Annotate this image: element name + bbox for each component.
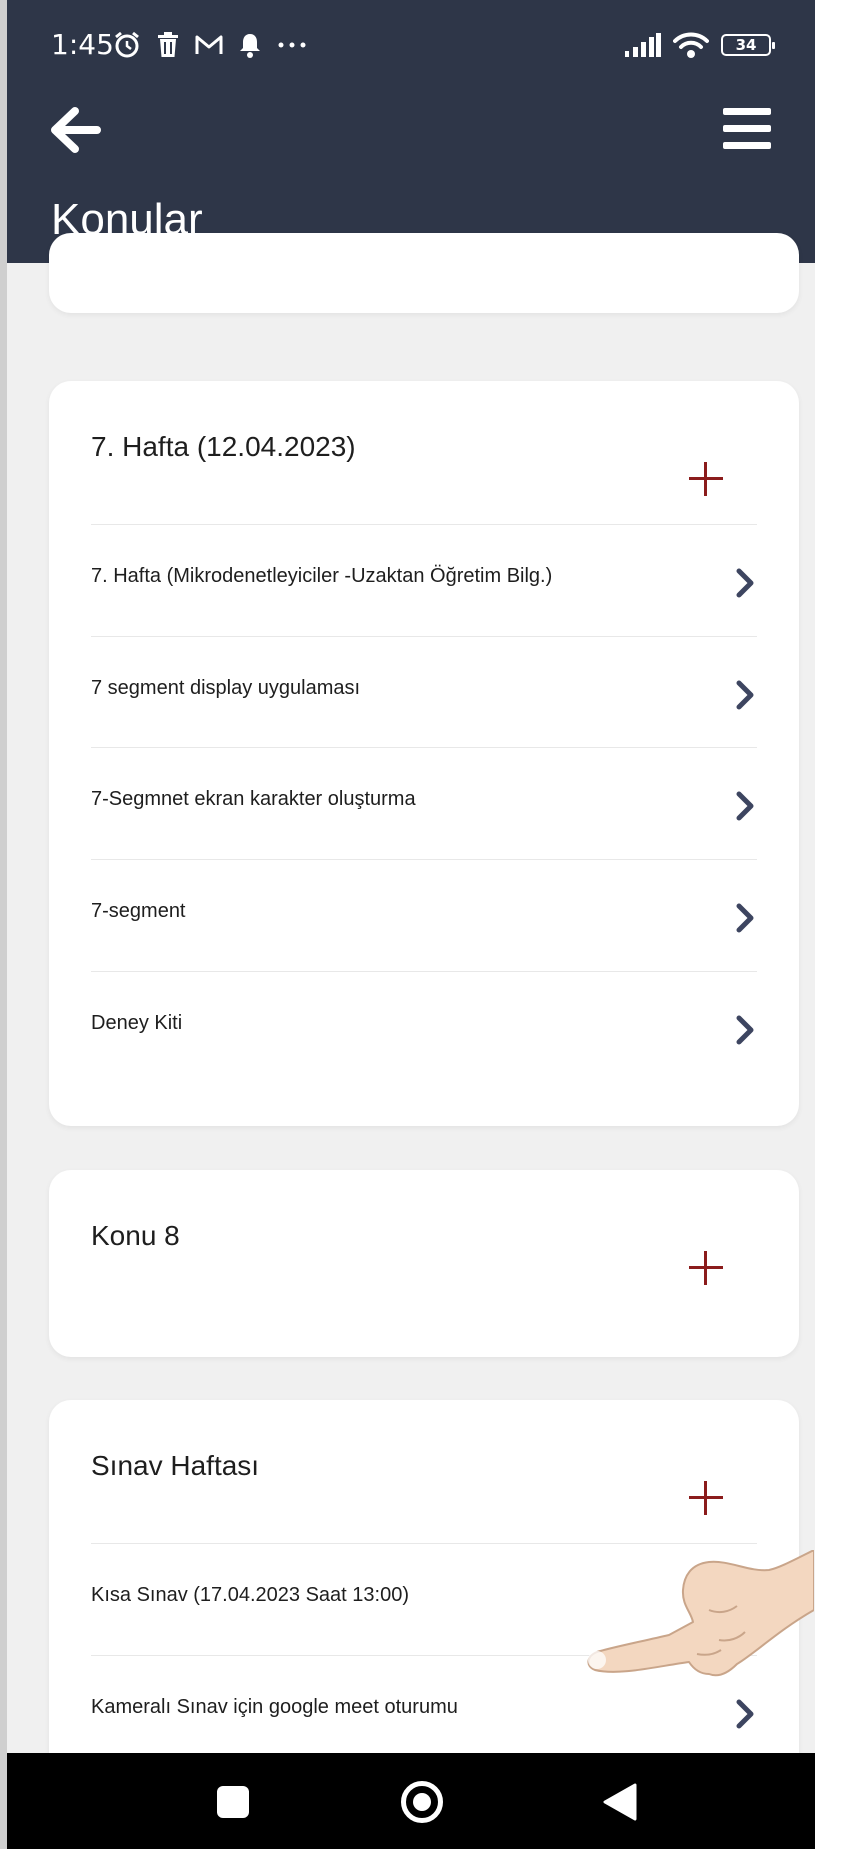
system-nav-bar — [7, 1753, 815, 1849]
gmail-icon — [195, 35, 223, 54]
hamburger-menu-icon[interactable] — [723, 106, 771, 152]
topic-item-label: Kısa Sınav (17.04.2023 Saat 13:00) — [91, 1584, 409, 1606]
topic-card: Konu 8 — [49, 1170, 799, 1357]
chevron-right-icon — [736, 568, 754, 598]
chevron-right-icon — [736, 903, 754, 933]
topic-item[interactable]: 7-segment — [91, 859, 757, 971]
trash-icon — [158, 32, 178, 57]
topic-item-label: Deney Kiti — [91, 1012, 183, 1034]
battery-icon: 34 — [721, 34, 775, 56]
topic-item-label: 7. Hafta (Mikrodenetleyiciler -Uzaktan Ö… — [91, 565, 553, 587]
topic-item-label: 7-Segmnet ekran karakter oluşturma — [91, 788, 416, 810]
status-time: 1:45 — [51, 28, 114, 61]
wifi-icon — [673, 32, 709, 58]
topic-item-label: 7 segment display uygulaması — [91, 677, 361, 699]
signal-icon — [625, 33, 661, 57]
device-frame-right — [835, 0, 843, 1849]
add-plus-icon[interactable] — [689, 1251, 723, 1285]
system-icons: 34 — [625, 30, 775, 60]
back-triangle-icon[interactable] — [601, 1783, 637, 1821]
back-arrow-icon[interactable] — [47, 105, 103, 155]
add-plus-icon[interactable] — [689, 462, 723, 496]
pointing-hand-icon — [587, 1550, 814, 1677]
add-plus-icon[interactable] — [689, 1481, 723, 1515]
topic-item[interactable]: 7 segment display uygulaması — [91, 636, 757, 748]
home-button[interactable] — [401, 1781, 443, 1823]
status-bar: 1:45 34 — [7, 0, 815, 90]
app-header: 1:45 34 Konular — [7, 0, 815, 263]
topics-list[interactable]: 7. Hafta (12.04.2023) 7. Hafta (Mikroden… — [7, 233, 815, 1800]
topic-item[interactable]: 7-Segmnet ekran karakter oluşturma — [91, 747, 757, 859]
topic-item-label: Kameralı Sınav için google meet oturumu — [91, 1696, 458, 1718]
bell-icon — [240, 34, 260, 58]
topic-item[interactable]: 7. Hafta (Mikrodenetleyiciler -Uzaktan Ö… — [91, 524, 757, 636]
chevron-right-icon — [736, 1015, 754, 1045]
more-notifications-icon — [278, 42, 306, 48]
recent-apps-button[interactable] — [217, 1786, 249, 1818]
topic-title: Konu 8 — [91, 1220, 180, 1251]
topic-title: 7. Hafta (12.04.2023) — [91, 431, 356, 462]
app-screen: 1:45 34 Konular 7. Hafta (12.04.2023) 7.… — [7, 0, 815, 1849]
topic-item-label: 7-segment — [91, 900, 186, 922]
topic-title: Sınav Haftası — [91, 1450, 260, 1481]
topic-item[interactable]: Deney Kiti — [91, 971, 757, 1083]
topic-card: 7. Hafta (12.04.2023) 7. Hafta (Mikroden… — [49, 381, 799, 1126]
topic-card-partial — [49, 233, 799, 313]
chevron-right-icon — [736, 680, 754, 710]
notification-icons — [113, 28, 307, 62]
device-frame-left — [0, 0, 7, 1849]
alarm-icon — [115, 31, 139, 58]
chevron-right-icon — [736, 791, 754, 821]
